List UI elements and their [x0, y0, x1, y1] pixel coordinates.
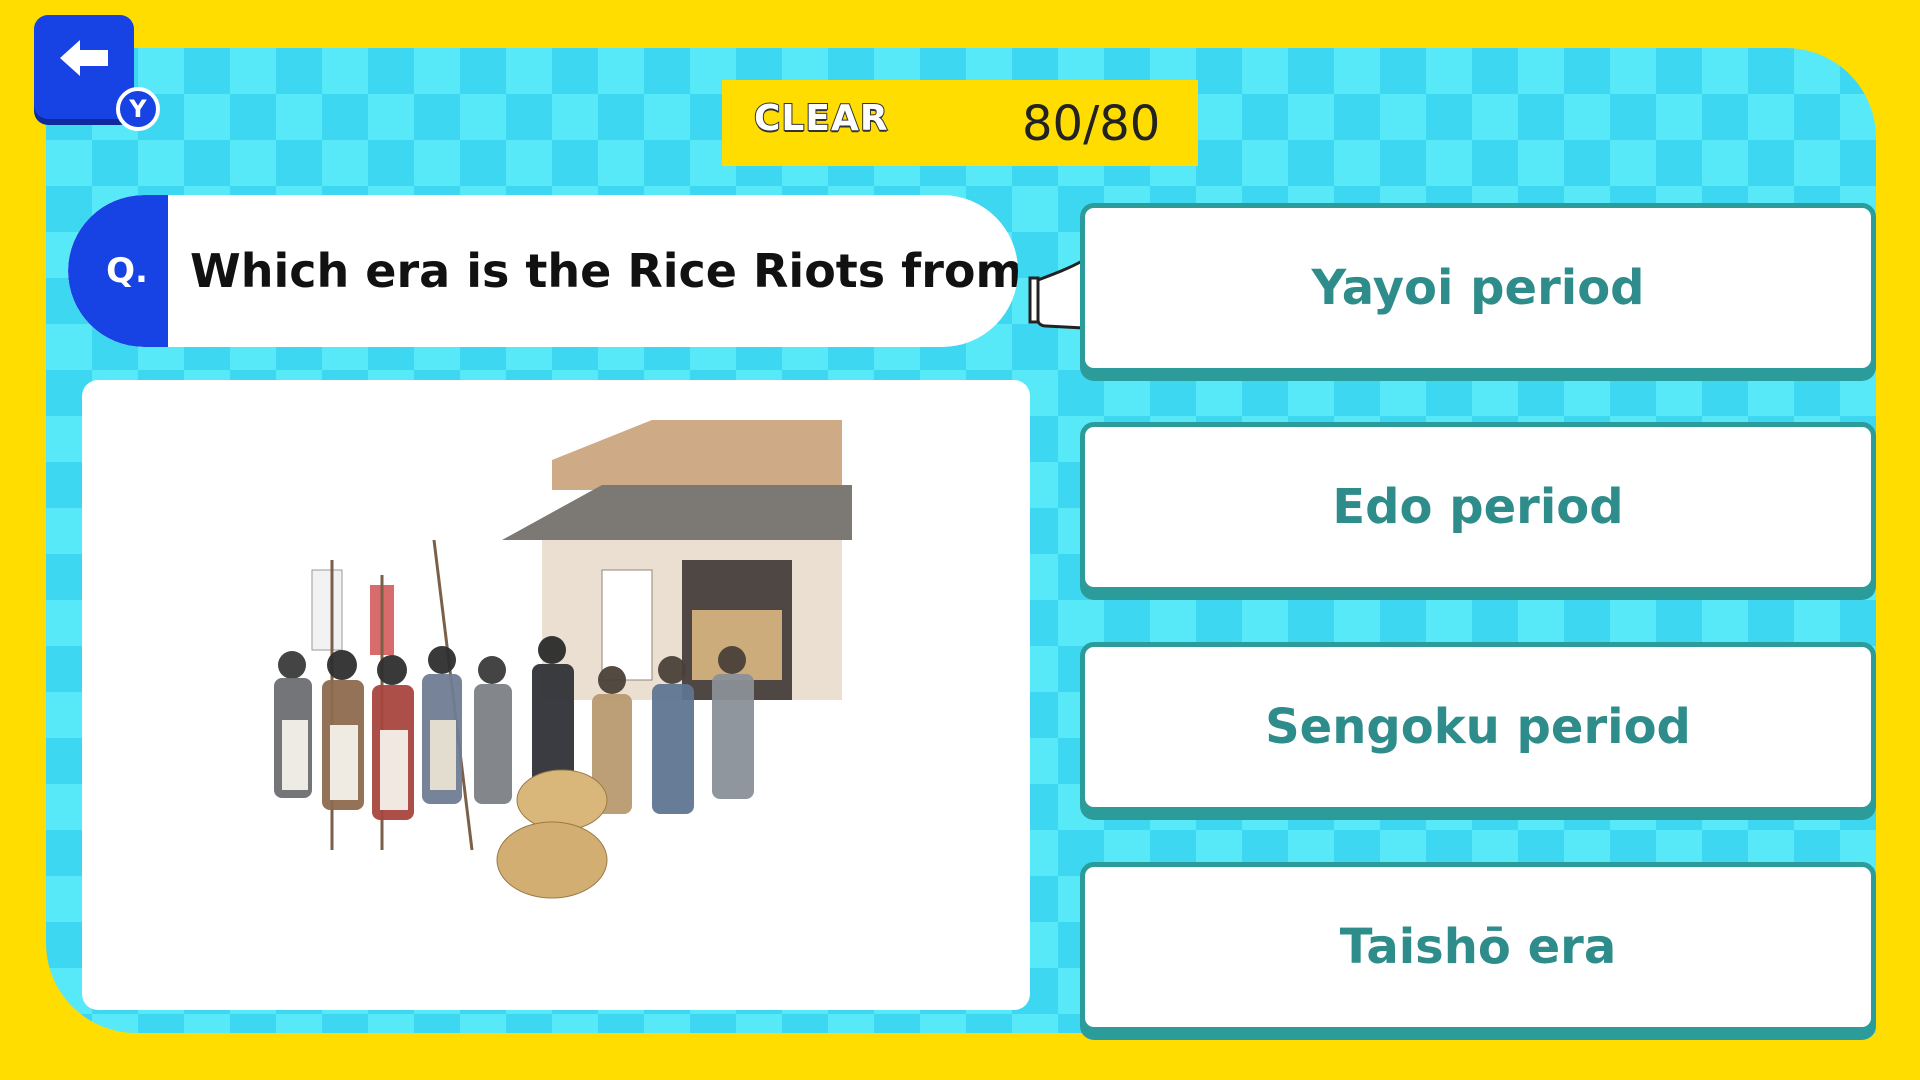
crowd — [274, 636, 754, 820]
answer-option-1-label: Yayoi period — [1311, 260, 1645, 316]
rice-riots-illustration — [274, 420, 852, 899]
back-arrow-icon — [60, 40, 108, 76]
question-text: Which era is the Rice Riots from? — [190, 244, 1018, 298]
question-bubble: Q. Which era is the Rice Riots from? — [68, 195, 1018, 347]
score-bar: CLEAR 80/80 — [722, 80, 1198, 166]
answer-option-2[interactable]: Edo period — [1080, 422, 1876, 592]
y-button-badge: Y — [116, 87, 160, 131]
question-image-card — [82, 380, 1030, 1010]
answer-option-4-label: Taishō era — [1339, 919, 1617, 975]
clear-label: CLEAR — [753, 97, 889, 140]
answer-option-3-label: Sengoku period — [1265, 699, 1691, 755]
answer-option-2-label: Edo period — [1332, 479, 1624, 535]
answer-option-1[interactable]: Yayoi period — [1080, 203, 1876, 373]
answer-option-3[interactable]: Sengoku period — [1080, 642, 1876, 812]
answer-option-4[interactable]: Taishō era — [1080, 862, 1876, 1032]
score-value: 80/80 — [1022, 96, 1161, 152]
